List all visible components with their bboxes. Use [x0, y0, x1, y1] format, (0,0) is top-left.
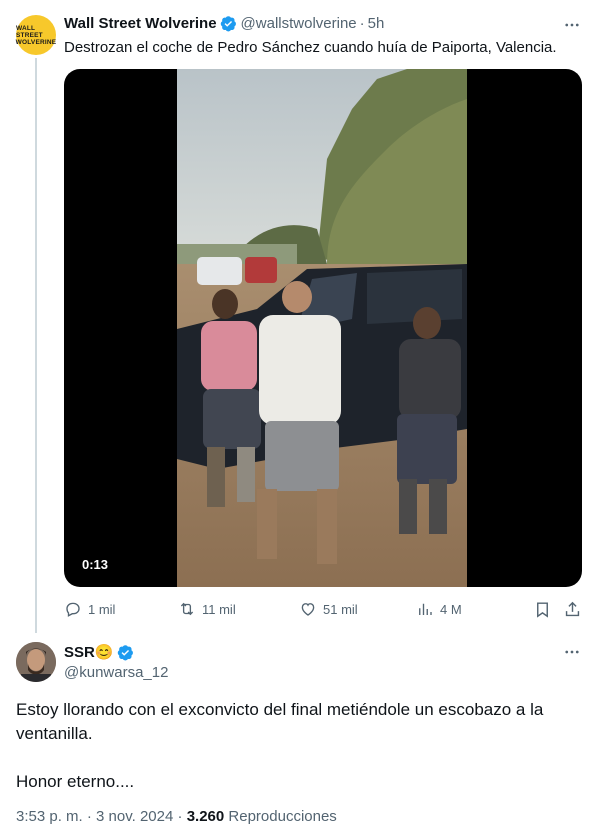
- video-frame[interactable]: [177, 69, 467, 587]
- like-button[interactable]: 51 mil: [299, 600, 358, 618]
- reply-button[interactable]: 1 mil: [64, 600, 115, 618]
- tweet-action-bar: 1 mil 11 mil 51 mil 4 M: [64, 600, 584, 620]
- avatar-text-line1: WALL STREET: [16, 24, 43, 39]
- share-icon[interactable]: [563, 600, 582, 619]
- verified-badge-icon: [117, 644, 133, 660]
- repost-count: 11 mil: [202, 601, 236, 617]
- author-avatar[interactable]: WALL STREET WOLVERINE: [16, 15, 56, 55]
- separator-dot: ·: [177, 808, 183, 825]
- repost-button[interactable]: 11 mil: [178, 600, 236, 618]
- tweet-header: Wall Street Wolverine @wallstwolverine ·…: [64, 15, 384, 32]
- video-scene-image: [177, 69, 467, 587]
- tweet-time[interactable]: 5h: [368, 15, 385, 32]
- views-button[interactable]: 4 M: [416, 600, 462, 618]
- reply-date[interactable]: 3 nov. 2024: [96, 808, 173, 825]
- avatar-text-line2: WOLVERINE: [15, 38, 57, 46]
- video-player[interactable]: 0:13: [64, 69, 582, 587]
- reply-author-name[interactable]: SSR😊: [64, 643, 114, 661]
- reply-text: Estoy llorando con el exconvicto del fin…: [16, 698, 576, 794]
- reply-author-name-row: SSR😊: [64, 643, 134, 661]
- author-handle[interactable]: @wallstwolverine: [241, 15, 357, 32]
- reply-metadata: 3:53 p. m. · 3 nov. 2024 · 3.260 Reprodu…: [16, 808, 337, 825]
- reply-text-paragraph-1: Estoy llorando con el exconvicto del fin…: [16, 700, 544, 743]
- tweet-text: Destrozan el coche de Pedro Sánchez cuan…: [64, 39, 557, 56]
- like-count: 51 mil: [323, 601, 358, 617]
- reply-time[interactable]: 3:53 p. m.: [16, 808, 83, 825]
- bookmark-icon[interactable]: [533, 600, 552, 619]
- views-count: 4 M: [440, 601, 462, 617]
- avatar-photo: [16, 642, 56, 682]
- more-options-icon[interactable]: [563, 643, 581, 661]
- verified-badge-icon: [220, 16, 236, 32]
- reply-author-handle[interactable]: @kunwarsa_12: [64, 664, 168, 681]
- reply-icon: [66, 602, 80, 617]
- separator-dot: ·: [86, 808, 92, 825]
- reply-count: 1 mil: [88, 601, 116, 617]
- reply-views-count: 3.260: [186, 808, 225, 825]
- author-name[interactable]: Wall Street Wolverine: [64, 15, 217, 32]
- video-timecode: 0:13: [76, 555, 115, 574]
- reply-author-avatar[interactable]: [16, 642, 56, 682]
- analytics-icon: [419, 603, 432, 615]
- reply-text-paragraph-2: Honor eterno....: [16, 772, 135, 791]
- reply-views-label: Reproducciones: [228, 808, 337, 825]
- more-options-icon[interactable]: [563, 16, 581, 34]
- repost-icon: [180, 602, 194, 616]
- heart-icon: [301, 603, 315, 616]
- separator-dot: ·: [359, 15, 365, 32]
- thread-connector-line: [35, 58, 37, 633]
